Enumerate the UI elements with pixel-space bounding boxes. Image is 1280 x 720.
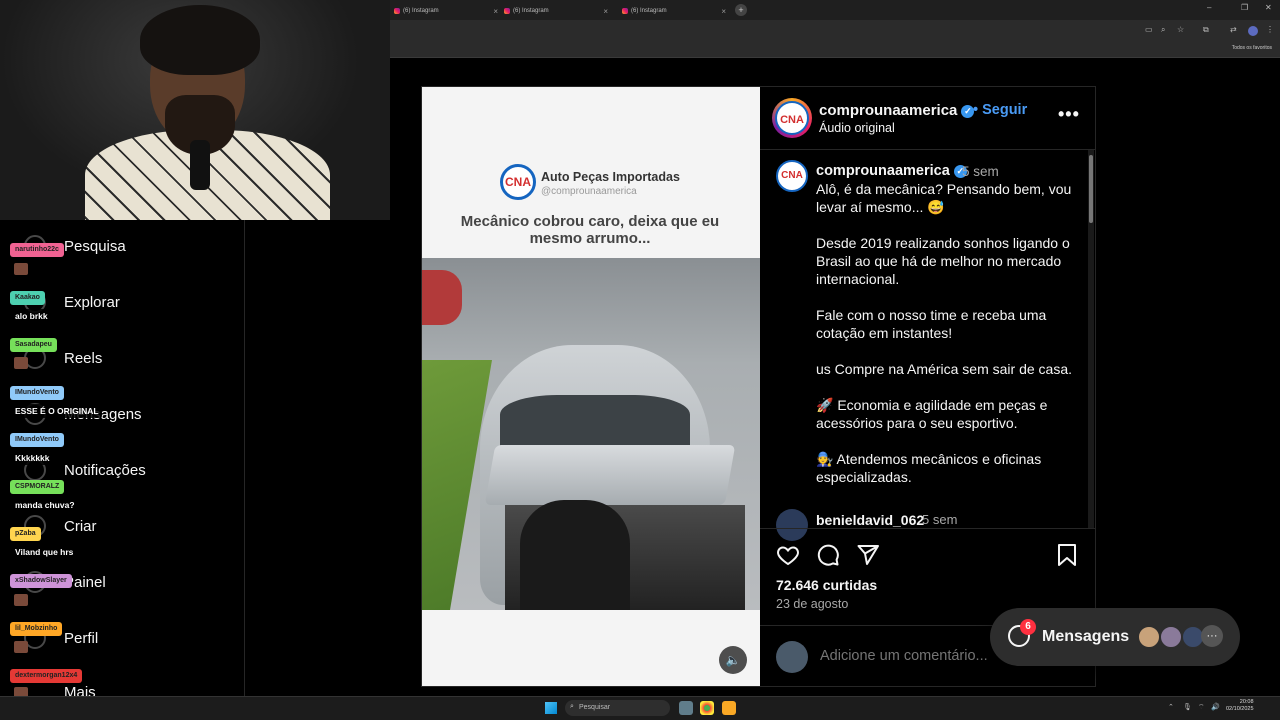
taskbar-search[interactable]: Pesquisar (565, 700, 670, 716)
chrome-icon[interactable] (700, 701, 714, 715)
maximize-icon[interactable]: ❐ (1241, 3, 1248, 12)
instagram-favicon-icon (394, 8, 400, 14)
chat-username: IMundoVento (10, 433, 64, 447)
wifi-icon[interactable]: ⌔ (1198, 703, 1205, 712)
chat-username: narutinho22c (10, 243, 64, 257)
share-icon[interactable] (856, 543, 880, 567)
chat-message: Viland que hrs (12, 545, 77, 559)
red-car (422, 270, 462, 325)
browser-tab[interactable]: (6) Instagram × (390, 2, 502, 20)
task-view-icon[interactable] (679, 701, 693, 715)
chat-emote-icon (14, 357, 28, 369)
caption-avatar[interactable]: CNA (776, 160, 808, 192)
browser-tab[interactable]: (6) Instagram × (618, 2, 730, 20)
chat-message: manda chuva? (12, 498, 78, 512)
header-divider (760, 149, 1095, 150)
caption-time: 5 sem (962, 164, 999, 179)
comment-avatar[interactable] (776, 509, 808, 541)
caption-username[interactable]: comprounaamerica ✓ (816, 163, 967, 179)
chat-username: dextermorgan12x4 (10, 669, 83, 683)
current-user-avatar (776, 641, 808, 673)
chat-emote-icon (14, 594, 28, 606)
chat-username: xShadowSlayer (10, 574, 72, 588)
post-date: 23 de agosto (776, 597, 849, 611)
chat-emote-icon (14, 641, 28, 653)
tray-arrow-icon[interactable]: ⌃ (1168, 703, 1174, 711)
instagram-favicon-icon (622, 8, 628, 14)
unread-badge: 6 (1020, 619, 1036, 635)
close-tab-icon[interactable]: × (603, 7, 612, 16)
scrollbar-thumb[interactable] (1089, 155, 1093, 223)
messages-label: Mensagens (1042, 628, 1130, 645)
avatar (1159, 625, 1183, 649)
follow-button[interactable]: • Seguir (973, 102, 1027, 118)
nav-item-notifications[interactable]: Notificações (64, 462, 146, 479)
video-caption: Mecânico cobrou caro, deixa que eu mesmo… (460, 213, 720, 247)
account-avatar[interactable]: CNA (775, 101, 809, 135)
nav-divider (244, 220, 245, 696)
headphone-cable (190, 140, 210, 190)
profile-avatar[interactable] (1248, 26, 1258, 36)
like-heart-icon[interactable] (776, 543, 800, 567)
minimize-icon[interactable]: – (1207, 3, 1211, 12)
tab-search-icon[interactable]: ⇄ (1230, 25, 1237, 34)
bookmarks-bar: Todos os favoritos (390, 42, 1280, 58)
zoom-icon[interactable]: ⌕ (1161, 25, 1165, 35)
more-options-icon[interactable]: ••• (1058, 104, 1080, 125)
search-icon: ⌕ (570, 703, 574, 710)
avatar (1137, 625, 1161, 649)
new-tab-button[interactable]: + (735, 4, 747, 16)
video-brand-logo: CNA (500, 164, 536, 200)
nav-item-profile[interactable]: Perfil (64, 630, 98, 647)
instagram-favicon-icon (504, 8, 510, 14)
chat-emote-icon (14, 263, 28, 275)
audio-label[interactable]: Áudio original (819, 121, 895, 135)
chat-username: CSPMORALZ (10, 480, 65, 494)
video-brand-name: Auto Peças Importadas (541, 170, 680, 184)
comment-time: 5 sem (922, 512, 958, 527)
chat-username: Kaakao (10, 291, 45, 305)
nav-item-reels[interactable]: Reels (64, 350, 102, 367)
windows-start-icon[interactable] (545, 702, 557, 714)
comment-username[interactable]: benieldavid_062 (816, 512, 924, 528)
chat-message: ESSE É O ORIGINAL (12, 404, 102, 418)
video-brand-handle: @comprounaamerica (541, 186, 637, 197)
nav-item-create[interactable]: Criar (64, 518, 97, 535)
volume-icon[interactable]: 🔈 (719, 646, 747, 674)
save-bookmark-icon[interactable] (1056, 543, 1078, 567)
close-tab-icon[interactable]: × (721, 7, 730, 16)
chat-username: IMundoVento (10, 386, 64, 400)
nav-item-search[interactable]: Pesquisa (64, 238, 126, 255)
likes-count[interactable]: 72.646 curtidas (776, 577, 877, 593)
comment-input[interactable] (820, 648, 1020, 664)
chat-username: lil_Mobzinho (10, 622, 63, 636)
mechanic-person (520, 500, 630, 610)
webcam-overlay (0, 0, 390, 220)
streamer-hair (140, 5, 260, 75)
caption-text: Alô, é da mecânica? Pensando bem, vou le… (816, 181, 1072, 485)
chat-message: alo brkk (12, 309, 51, 323)
volume-tray-icon[interactable]: 🔊 (1211, 703, 1220, 711)
chat-username: Sasadapeu (10, 338, 57, 352)
chat-message: Kkkkkkk (12, 451, 53, 465)
bookmarks-folder[interactable]: Todos os favoritos (1232, 45, 1272, 51)
taskbar-clock[interactable]: 20:08 02/10/2025 (1226, 699, 1254, 713)
mic-icon[interactable]: 🎙 (1183, 703, 1192, 711)
close-window-icon[interactable]: ✕ (1265, 3, 1272, 12)
extensions-icon[interactable]: ⧉ (1203, 25, 1209, 35)
chat-username: pZaba (10, 527, 41, 541)
file-explorer-icon[interactable] (722, 701, 736, 715)
nav-item-explore[interactable]: Explorar (64, 294, 120, 311)
menu-dots-icon[interactable]: ⋮ (1266, 25, 1274, 34)
star-icon[interactable]: ☆ (1177, 25, 1184, 34)
more-icon: ··· (1201, 625, 1223, 647)
post-username[interactable]: comprounaamerica ✓ (819, 102, 975, 119)
comment-icon[interactable] (816, 543, 840, 567)
car-hood (484, 445, 736, 505)
cast-icon[interactable]: ▭ (1145, 25, 1153, 34)
actions-divider (760, 528, 1095, 529)
browser-tab[interactable]: (6) Instagram × (500, 2, 612, 20)
